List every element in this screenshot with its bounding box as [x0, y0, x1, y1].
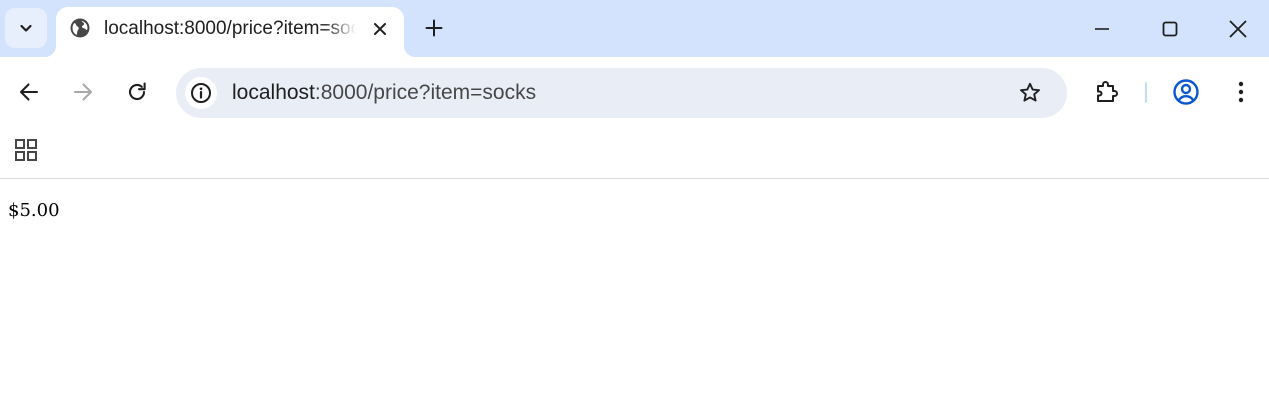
close-window-button[interactable]: [1204, 0, 1269, 57]
tab-title: localhost:8000/price?item=socks: [104, 18, 356, 39]
reload-icon: [126, 81, 148, 103]
active-tab[interactable]: localhost:8000/price?item=socks: [44, 7, 416, 57]
apps-grid-icon: [14, 138, 38, 162]
puzzle-icon: [1094, 79, 1120, 105]
minimize-icon: [1094, 21, 1110, 37]
price-text: $5.00: [8, 200, 60, 221]
address-bar[interactable]: localhost:8000/price?item=socks: [176, 68, 1067, 118]
globe-icon: [70, 18, 90, 38]
reload-button[interactable]: [119, 74, 155, 110]
forward-button[interactable]: [65, 74, 101, 110]
maximize-button[interactable]: [1136, 0, 1204, 57]
page-content: $5.00: [0, 179, 1269, 419]
site-info-button[interactable]: [185, 77, 217, 109]
info-icon: [190, 82, 212, 104]
arrow-right-icon: [72, 81, 94, 103]
extensions-button[interactable]: [1090, 75, 1124, 109]
chevron-down-icon: [18, 20, 34, 36]
plus-icon: [425, 19, 443, 37]
url-path: :8000/price?item=socks: [314, 81, 537, 104]
close-icon: [1229, 20, 1247, 38]
apps-button[interactable]: [9, 133, 43, 167]
bookmarks-bar: [0, 127, 1269, 179]
browser-toolbar: localhost:8000/price?item=socks: [0, 57, 1269, 127]
tab-search-button[interactable]: [5, 8, 47, 48]
tab-strip: localhost:8000/price?item=socks: [0, 0, 1269, 57]
arrow-left-icon: [18, 81, 40, 103]
toolbar-divider: [1145, 82, 1147, 103]
close-icon: [373, 22, 387, 36]
minimize-button[interactable]: [1068, 0, 1136, 57]
url-host: localhost: [232, 81, 315, 104]
browser-menu-button[interactable]: [1224, 75, 1258, 109]
url-text[interactable]: localhost:8000/price?item=socks: [232, 80, 536, 106]
account-circle-icon: [1172, 78, 1200, 106]
bookmark-star-button[interactable]: [1014, 77, 1046, 109]
maximize-icon: [1162, 21, 1178, 37]
profile-button[interactable]: [1169, 75, 1203, 109]
new-tab-button[interactable]: [418, 12, 450, 44]
back-button[interactable]: [11, 74, 47, 110]
star-icon: [1018, 81, 1042, 105]
tab-close-button[interactable]: [366, 15, 394, 43]
more-vertical-icon: [1238, 81, 1244, 103]
